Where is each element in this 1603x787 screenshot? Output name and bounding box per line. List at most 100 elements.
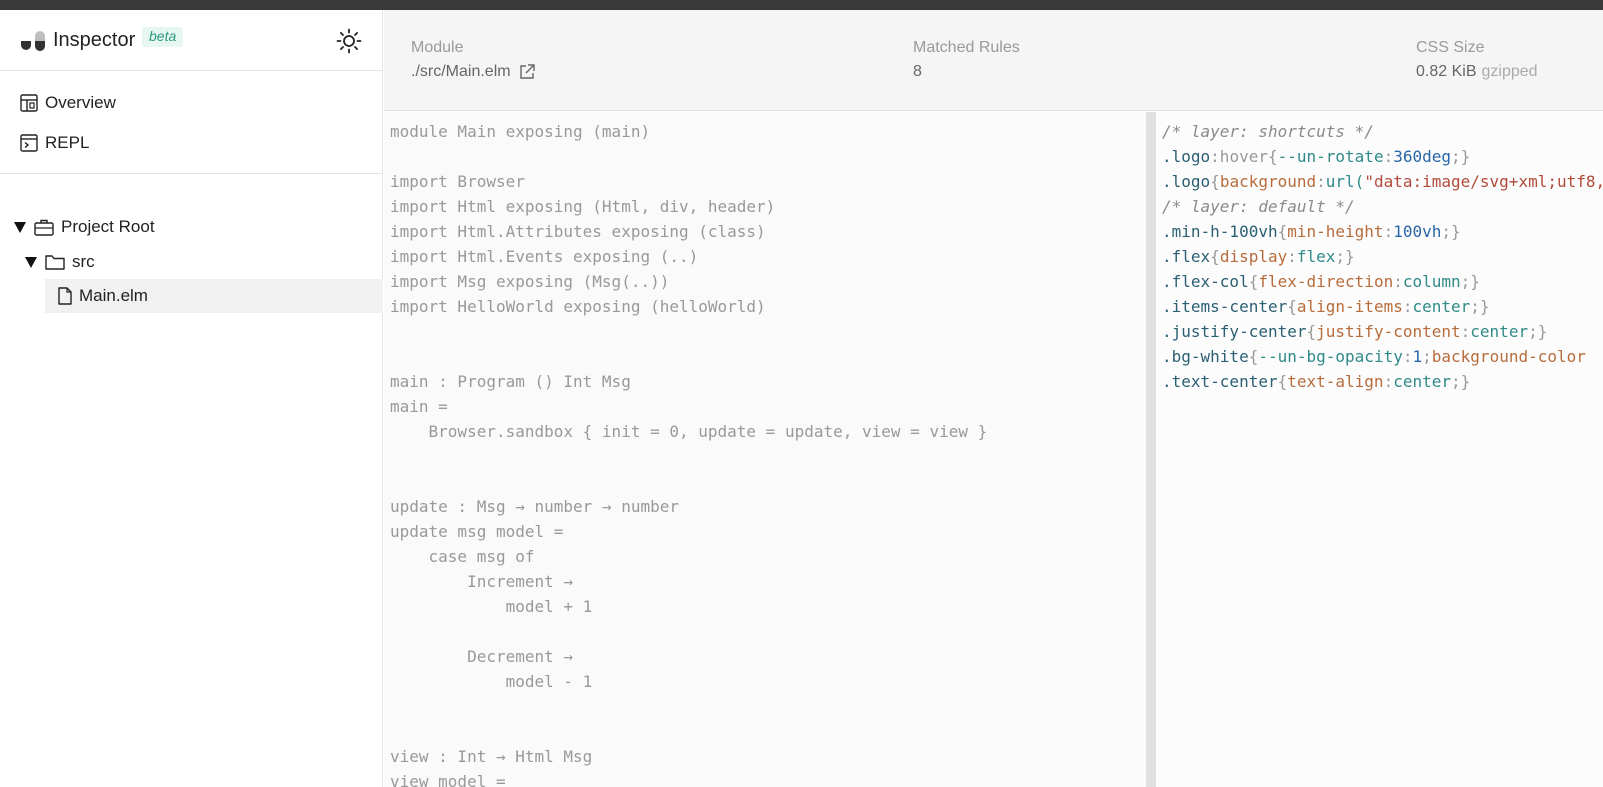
css-token: column [1402,272,1461,291]
briefcase-icon [34,219,54,236]
css-token: .logo [1162,147,1211,166]
code-line: update : Msg → number → number [390,497,679,516]
css-output-pane[interactable]: /* layer: shortcuts */ .logo:hover{--un-r… [1156,112,1603,787]
css-token: { [1287,297,1297,316]
css-token: align-items [1296,297,1403,316]
css-line: .min-h-100vh{min-height:100vh;} [1162,219,1603,244]
code-line: import Html exposing (Html, div, header) [390,197,776,216]
css-token: { [1248,272,1259,291]
css-token: : [1460,322,1471,341]
css-token: ;} [1335,247,1355,266]
nav-item-overview[interactable]: Overview [20,91,116,115]
code-line: import Browser [390,172,525,191]
css-token: ; [1422,347,1432,366]
css-token: .min-h-100vh [1162,222,1278,241]
css-token: justify-content [1316,322,1461,341]
code-line: view : Int → Html Msg [390,747,593,766]
theme-toggle-sun-icon[interactable] [335,27,363,55]
css-line: .flex-col{flex-direction:column;} [1162,269,1603,294]
sidebar: Inspector beta Overview REPL Project Roo… [0,10,383,787]
css-line: .flex{display:flex;} [1162,244,1603,269]
css-token: .justify-center [1162,322,1307,341]
css-token: center [1412,297,1471,316]
css-token: { [1248,347,1259,366]
css-size-info: CSS Size 0.82 KiB gzipped [1416,39,1538,81]
css-output[interactable]: /* layer: shortcuts */ .logo:hover{--un-r… [1162,119,1603,394]
nav-item-label: REPL [45,133,90,152]
tree-item-label: Main.elm [79,286,148,305]
terminal-icon [20,134,38,152]
css-line: /* layer: default */ [1162,194,1603,219]
css-token: 1 [1412,347,1423,366]
matched-rules-info: Matched Rules 8 [913,39,1020,81]
window-top-bar [0,0,1603,10]
css-token: { [1210,247,1220,266]
module-label: Module [411,39,464,56]
css-line: /* layer: shortcuts */ [1162,119,1603,144]
css-line: .text-center{text-align:center;} [1162,369,1603,394]
folder-icon [45,255,65,270]
code-line: module Main exposing (main) [390,122,651,141]
source-code[interactable]: module Main exposing (main) import Brows… [390,119,987,787]
css-token: background-color [1431,347,1586,366]
app-title: Inspector [53,29,136,51]
css-token: url( [1325,172,1365,191]
css-size-suffix: gzipped [1481,63,1538,80]
css-token: ;} [1451,372,1471,391]
source-code-pane[interactable]: module Main exposing (main) import Brows… [384,112,1146,787]
css-token: .flex [1162,247,1211,266]
tree-item-project-root[interactable]: Project Root [14,210,155,244]
css-token: text-align [1287,372,1384,391]
css-token: .text-center [1162,372,1278,391]
inspector-logo-icon [21,31,45,51]
code-line: main : Program () Int Msg [390,372,631,391]
code-line: Browser.sandbox { init = 0, update = upd… [390,422,988,441]
tree-item-label: Project Root [61,217,155,236]
css-token: { [1306,322,1317,341]
nav-item-repl[interactable]: REPL [20,131,89,155]
code-line: Decrement → [390,647,574,666]
css-token: : [1316,172,1326,191]
module-info: Module ./src/Main.elm [411,39,536,81]
code-line: import Html.Attributes exposing (class) [390,222,766,241]
code-line: view model = [390,772,506,787]
css-token: ;} [1460,272,1480,291]
code-line: main = [390,397,448,416]
css-size-label: CSS Size [1416,39,1485,56]
beta-badge: beta [142,27,184,47]
css-token: ;} [1451,147,1471,166]
css-line: .logo:hover{--un-rotate:360deg;} [1162,144,1603,169]
css-token: "data:image/svg+xml;utf8, [1364,172,1603,191]
css-token: ;} [1528,322,1548,341]
code-line: model + 1 [390,597,593,616]
css-token: ;} [1470,297,1490,316]
css-token: flex [1296,247,1336,266]
pane-resize-handle[interactable] [1146,112,1156,787]
code-line: case msg of [390,547,535,566]
tree-item-src[interactable]: src [25,245,95,279]
css-token: /* layer: shortcuts */ [1162,122,1374,141]
expand-triangle-icon[interactable] [25,256,37,268]
expand-triangle-icon[interactable] [14,221,26,233]
css-line: .justify-center{justify-content:center;} [1162,319,1603,344]
code-line: import Html.Events exposing (..) [390,247,699,266]
css-token: .flex-col [1162,272,1249,291]
css-token: { [1277,372,1288,391]
code-line: update msg model = [390,522,564,541]
matched-rules-label: Matched Rules [913,39,1020,56]
css-token: background [1219,172,1317,191]
dashboard-icon [20,94,38,112]
css-line: .bg-white{--un-bg-opacity:1;background-c… [1162,344,1603,369]
css-token: : [1383,372,1394,391]
open-external-icon[interactable] [518,63,536,81]
css-line: .logo{background:url("data:image/svg+xml… [1162,169,1603,194]
tree-item-main-elm[interactable]: Main.elm [45,279,383,313]
css-token: ;} [1441,222,1461,241]
code-line: import Msg exposing (Msg(..)) [390,272,670,291]
css-token: 100vh [1393,222,1442,241]
